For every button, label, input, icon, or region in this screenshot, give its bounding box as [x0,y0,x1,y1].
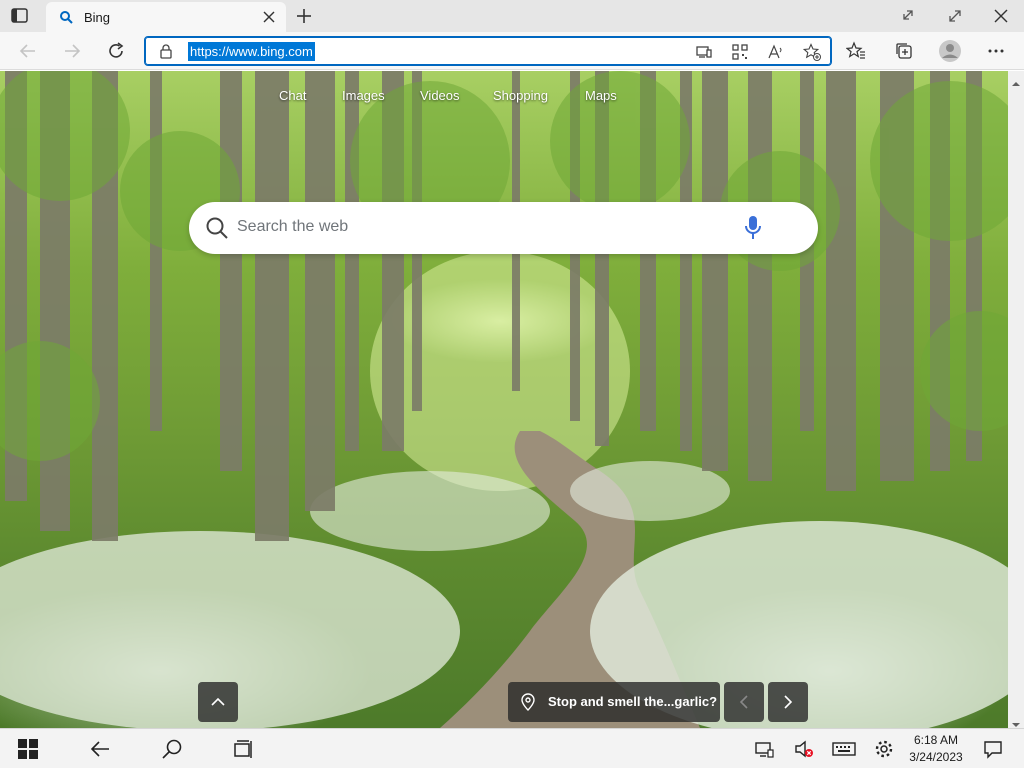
volume-muted-icon[interactable] [793,738,815,760]
refresh-icon[interactable] [106,41,126,61]
taskbar-search-icon[interactable] [161,738,183,760]
system-clock[interactable]: 6:18 AM 3/24/2023 [904,732,968,766]
avatar-icon[interactable] [938,39,962,63]
chevron-up-icon [211,697,225,706]
tab-actions-icon[interactable] [10,7,30,25]
page-scrollbar[interactable] [1008,71,1024,728]
tab-bing[interactable]: Bing [46,2,286,32]
task-view-icon[interactable] [233,738,255,760]
chevron-left-icon [739,695,748,709]
settings-gear-icon[interactable] [873,738,895,760]
browser-toolbar: https://www.bing.com [0,32,1024,70]
bing-nav: Chat Images Videos Shopping Maps [0,88,1008,108]
new-tab-icon[interactable] [294,6,314,26]
scroll-up-button[interactable] [198,682,238,722]
forest-background-image [0,71,1008,728]
collections-icon[interactable] [894,41,914,61]
bing-search-icon [59,10,73,24]
address-bar[interactable]: https://www.bing.com [144,36,832,66]
nav-maps-link[interactable]: Maps [585,88,617,103]
back-icon[interactable] [18,41,38,61]
tab-title: Bing [84,10,111,25]
clock-time: 6:18 AM [913,733,959,747]
read-aloud-icon[interactable] [767,43,785,61]
restore-icon[interactable] [898,6,920,26]
close-tab-icon[interactable] [262,10,276,24]
notifications-icon[interactable] [982,738,1004,760]
nav-chat-link[interactable]: Chat [279,88,306,103]
previous-image-button[interactable] [724,682,764,722]
image-info-button[interactable]: Stop and smell the...garlic? [508,682,720,722]
url-text[interactable]: https://www.bing.com [188,42,315,61]
app-available-icon[interactable] [695,43,713,61]
microphone-icon[interactable] [743,215,763,241]
close-window-icon[interactable] [990,6,1012,26]
keyboard-icon[interactable] [832,738,856,760]
search-input[interactable]: Search the web [237,218,348,236]
scroll-down-arrow-icon[interactable] [1012,716,1020,727]
taskbar: 6:18 AM 3/24/2023 [0,728,1024,768]
location-pin-icon [520,693,536,711]
clock-date: 3/24/2023 [909,750,963,764]
network-icon[interactable] [753,738,775,760]
lock-icon[interactable] [159,44,173,59]
favorites-icon[interactable] [845,41,866,61]
nav-videos-link[interactable]: Videos [420,88,460,103]
forward-icon[interactable] [62,41,82,61]
scroll-up-arrow-icon[interactable] [1012,75,1020,86]
image-caption[interactable]: Stop and smell the...garlic? [548,694,717,709]
next-image-button[interactable] [768,682,808,722]
nav-images-link[interactable]: Images [342,88,385,103]
bing-homepage: Chat Images Videos Shopping Maps Search … [0,71,1008,728]
search-box[interactable]: Search the web [189,202,818,254]
search-icon[interactable] [205,216,229,240]
qr-code-icon[interactable] [731,43,749,61]
windows-start-icon[interactable] [17,738,39,760]
tab-strip: Bing [0,0,1024,32]
nav-shopping-link[interactable]: Shopping [493,88,548,103]
screen: { "browser": { "tab": { "title": "Bing" … [0,0,1024,768]
back-arrow-icon[interactable] [89,738,111,760]
chevron-right-icon [784,695,793,709]
add-favorite-icon[interactable] [802,43,821,61]
maximize-icon[interactable] [944,6,966,26]
more-options-icon[interactable] [986,41,1006,61]
